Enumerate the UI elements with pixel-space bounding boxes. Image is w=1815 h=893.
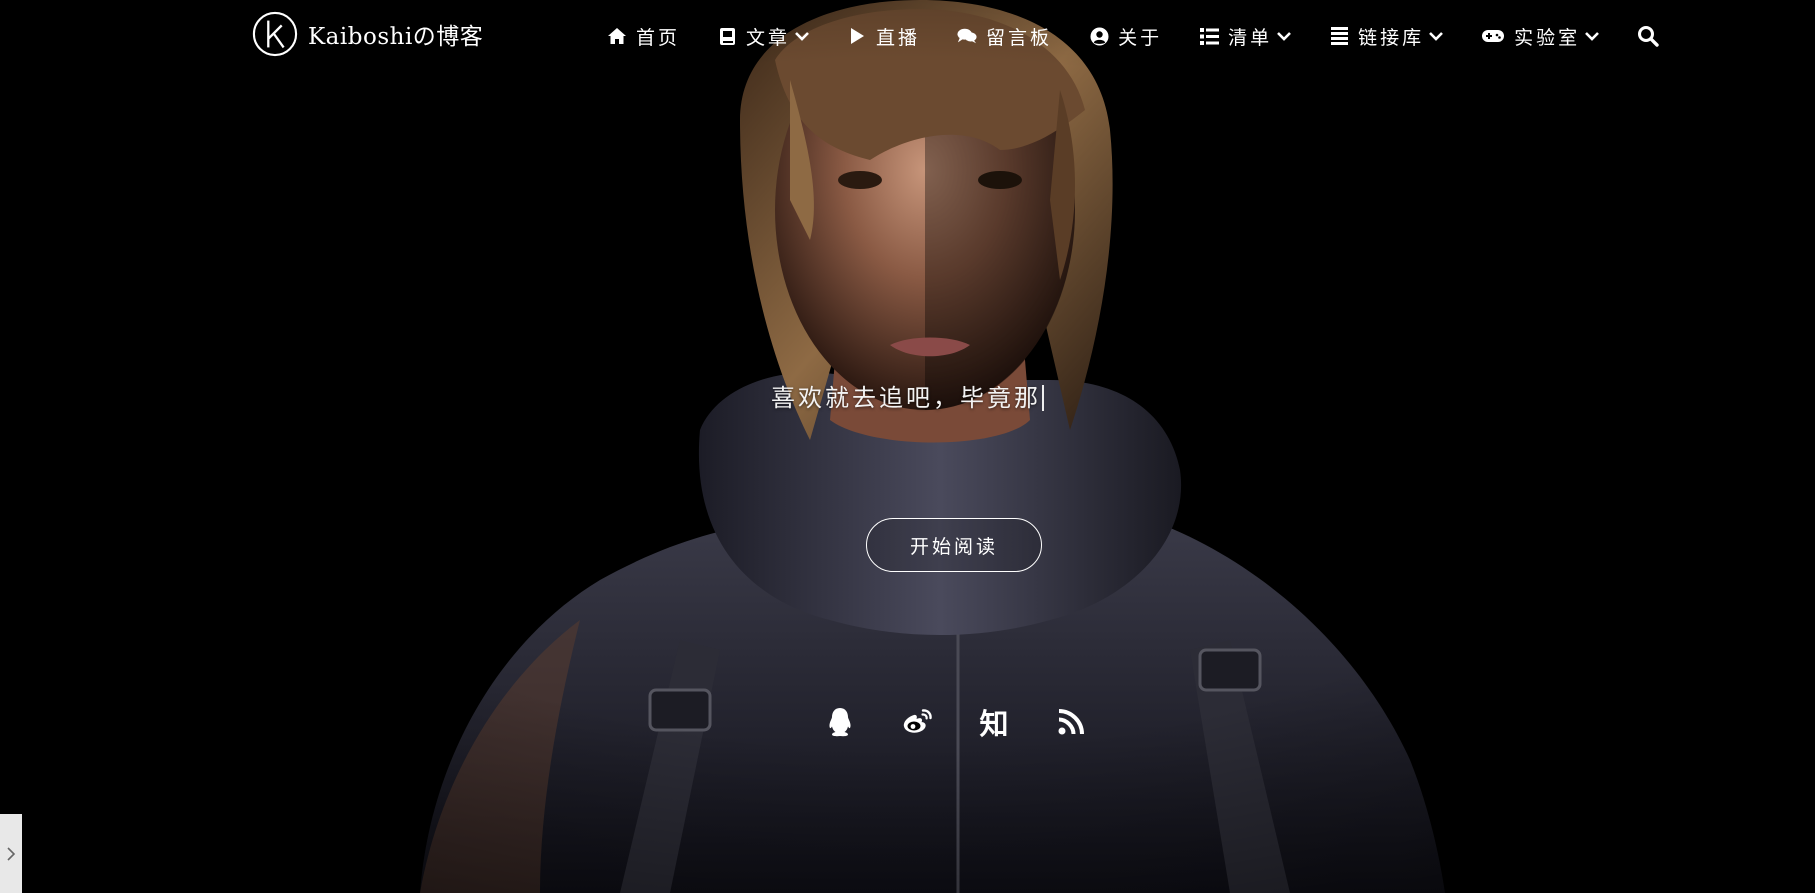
social-link-rss[interactable]	[1053, 704, 1089, 740]
nav-item-links[interactable]: 链接库	[1329, 18, 1444, 54]
gamepad-icon	[1481, 26, 1505, 46]
qq-icon	[829, 708, 851, 737]
chevron-down-icon	[1584, 28, 1600, 44]
list-lines-icon	[1329, 26, 1349, 46]
nav-item-home[interactable]: 首页	[607, 18, 680, 54]
chevron-down-icon	[1276, 28, 1292, 44]
nav-label: 实验室	[1514, 26, 1581, 49]
nav-label: 文章	[746, 26, 791, 49]
chevron-right-icon	[7, 846, 16, 861]
weibo-icon	[903, 709, 932, 733]
rss-icon	[1058, 709, 1084, 735]
nav-label: 关于	[1118, 26, 1163, 49]
nav-label: 清单	[1228, 26, 1273, 49]
hero-tagline: 喜欢就去追吧，毕竟那	[0, 378, 1815, 413]
home-icon	[607, 26, 627, 46]
nav-label: 链接库	[1358, 26, 1425, 49]
hero-background-image	[0, 0, 1815, 893]
nav-item-about[interactable]: 关于	[1089, 18, 1162, 54]
social-link-zhihu[interactable]: 知	[976, 704, 1012, 741]
nav-item-articles[interactable]: 文章	[717, 18, 810, 54]
nav-item-live[interactable]: 直播	[847, 18, 920, 54]
start-reading-label: 开始阅读	[909, 535, 998, 558]
start-reading-button[interactable]: 开始阅读	[866, 518, 1042, 572]
side-drawer-toggle[interactable]	[0, 814, 22, 893]
nav-item-guestbook[interactable]: 留言板	[957, 18, 1052, 54]
search-button[interactable]	[1637, 25, 1659, 47]
list-icon	[1199, 26, 1219, 46]
typing-caret	[1042, 385, 1044, 411]
nav-label: 直播	[876, 26, 921, 49]
site-header: Kaiboshiの博客 首页 文章 直播 留言板 关于 清单 链接库 实验室	[0, 0, 1815, 72]
social-link-weibo[interactable]	[899, 704, 935, 740]
chevron-down-icon	[794, 28, 810, 44]
social-link-qq[interactable]	[822, 704, 858, 740]
social-links: 知	[822, 702, 1089, 742]
site-title: Kaiboshiの博客	[308, 24, 484, 50]
zhihu-icon: 知	[979, 707, 1009, 741]
chevron-down-icon	[1428, 28, 1444, 44]
main-nav: 首页 文章 直播 留言板 关于 清单 链接库 实验室	[607, 18, 1659, 54]
k-circle-logo-icon	[252, 11, 298, 57]
search-icon	[1638, 26, 1659, 47]
user-circle-icon	[1089, 26, 1109, 46]
comments-icon	[957, 26, 977, 46]
nav-label: 留言板	[986, 26, 1053, 49]
site-logo[interactable]: Kaiboshiの博客	[252, 10, 483, 58]
page: Kaiboshiの博客 首页 文章 直播 留言板 关于 清单 链接库 实验室 喜…	[0, 0, 1815, 893]
play-icon	[847, 26, 867, 46]
book-icon	[717, 26, 737, 46]
nav-item-lab[interactable]: 实验室	[1481, 18, 1600, 54]
tagline-text: 喜欢就去追吧，毕竟那	[771, 384, 1041, 412]
nav-label: 首页	[636, 26, 681, 49]
nav-item-checklist[interactable]: 清单	[1199, 18, 1292, 54]
